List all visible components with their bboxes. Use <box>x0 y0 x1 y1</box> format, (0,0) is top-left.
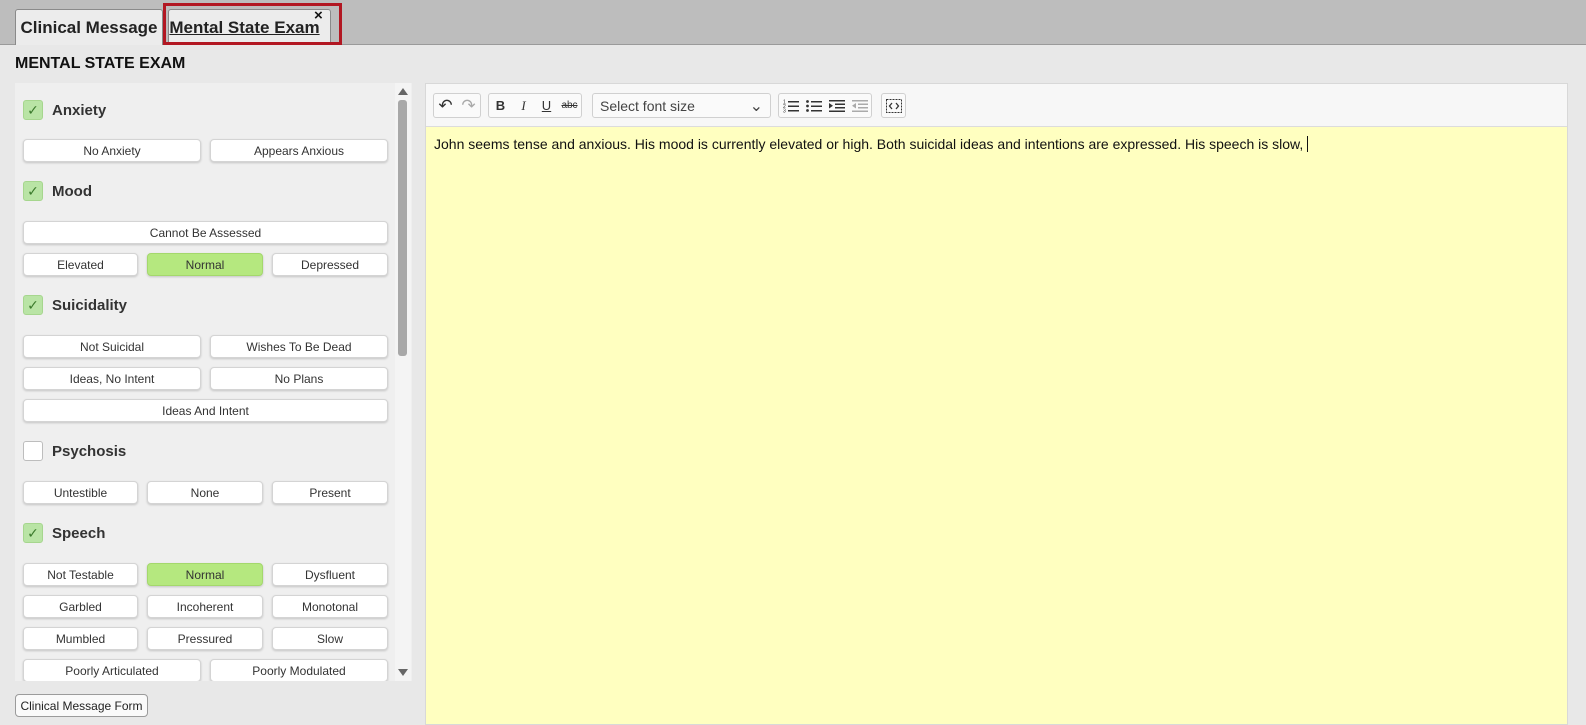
editor-toolbar: ↶ ↷ B I U abc Select font size ⌄ 123 <box>426 84 1567 127</box>
redo-icon[interactable]: ↷ <box>457 94 480 117</box>
option-ideas-no-intent[interactable]: Ideas, No Intent <box>23 367 201 390</box>
section-label: Speech <box>52 524 106 542</box>
option-ideas-and-intent[interactable]: Ideas And Intent <box>23 399 388 422</box>
indent-icon[interactable] <box>825 94 848 117</box>
outdent-icon[interactable] <box>848 94 871 117</box>
suicidality-checkbox[interactable]: ✓ <box>23 295 43 315</box>
check-icon: ✓ <box>27 182 39 199</box>
tab-bar: Clinical Message Mental State Exam × <box>0 0 1586 45</box>
scrollbar-thumb[interactable] <box>398 100 407 356</box>
option-appears-anxious[interactable]: Appears Anxious <box>210 139 388 162</box>
option-incoherent[interactable]: Incoherent <box>147 595 263 618</box>
tab-label: Clinical Message <box>20 17 158 37</box>
check-icon: ✓ <box>27 101 39 118</box>
section-speech: ✓ Speech <box>23 523 105 543</box>
option-wishes-to-be-dead[interactable]: Wishes To Be Dead <box>210 335 388 358</box>
undo-icon[interactable]: ↶ <box>434 94 457 117</box>
mood-checkbox[interactable]: ✓ <box>23 181 43 201</box>
source-group <box>881 93 906 118</box>
option-not-suicidal[interactable]: Not Suicidal <box>23 335 201 358</box>
option-mumbled[interactable]: Mumbled <box>23 627 138 650</box>
anxiety-checkbox[interactable]: ✓ <box>23 100 43 120</box>
font-size-select[interactable]: Select font size ⌄ <box>592 93 771 118</box>
strikethrough-button[interactable]: abc <box>558 94 581 117</box>
ordered-list-icon[interactable]: 123 <box>779 94 802 117</box>
section-psychosis: Psychosis <box>23 441 126 461</box>
editor-content[interactable]: John seems tense and anxious. His mood i… <box>434 136 1309 152</box>
psychosis-checkbox[interactable] <box>23 441 43 461</box>
bold-button[interactable]: B <box>489 94 512 117</box>
option-untestible[interactable]: Untestible <box>23 481 138 504</box>
font-size-placeholder: Select font size <box>600 97 695 114</box>
check-icon: ✓ <box>27 524 39 541</box>
option-garbled[interactable]: Garbled <box>23 595 138 618</box>
options-panel: ✓ Anxiety No Anxiety Appears Anxious ✓ M… <box>15 83 412 681</box>
option-poorly-modulated[interactable]: Poorly Modulated <box>210 659 388 681</box>
underline-button[interactable]: U <box>535 94 558 117</box>
option-dysfluent[interactable]: Dysfluent <box>272 563 388 586</box>
section-label: Anxiety <box>52 101 107 119</box>
option-slow[interactable]: Slow <box>272 627 388 650</box>
option-cannot-be-assessed[interactable]: Cannot Be Assessed <box>23 221 388 244</box>
option-none[interactable]: None <box>147 481 263 504</box>
speech-checkbox[interactable]: ✓ <box>23 523 43 543</box>
option-poorly-articulated[interactable]: Poorly Articulated <box>23 659 201 681</box>
chevron-down-icon: ⌄ <box>749 98 763 115</box>
option-no-anxiety[interactable]: No Anxiety <box>23 139 201 162</box>
italic-button[interactable]: I <box>512 94 535 117</box>
option-no-plans[interactable]: No Plans <box>210 367 388 390</box>
section-label: Psychosis <box>52 442 127 460</box>
scrollbar[interactable] <box>395 83 411 681</box>
option-normal-speech[interactable]: Normal <box>147 563 263 586</box>
svg-text:3: 3 <box>783 108 786 113</box>
bullet-list-icon[interactable] <box>802 94 825 117</box>
section-suicidality: ✓ Suicidality <box>23 295 127 315</box>
check-icon: ✓ <box>27 296 39 313</box>
option-depressed[interactable]: Depressed <box>272 253 388 276</box>
option-elevated[interactable]: Elevated <box>23 253 138 276</box>
format-group: B I U abc <box>488 93 582 118</box>
scroll-down-icon[interactable] <box>398 669 408 676</box>
section-label: Mood <box>52 182 92 200</box>
option-pressured[interactable]: Pressured <box>147 627 263 650</box>
editor-text: John seems tense and anxious. His mood i… <box>434 136 1304 152</box>
option-not-testable[interactable]: Not Testable <box>23 563 138 586</box>
option-normal-mood[interactable]: Normal <box>147 253 263 276</box>
section-label: Suicidality <box>52 296 128 314</box>
option-present[interactable]: Present <box>272 481 388 504</box>
scroll-up-icon[interactable] <box>398 88 408 95</box>
clinical-message-form-button[interactable]: Clinical Message Form <box>15 694 148 717</box>
section-anxiety: ✓ Anxiety <box>23 100 106 120</box>
rich-text-editor[interactable]: ↶ ↷ B I U abc Select font size ⌄ 123 Joh… <box>425 83 1568 725</box>
list-group: 123 <box>778 93 872 118</box>
tab-clinical-message[interactable]: Clinical Message <box>15 9 163 45</box>
close-icon[interactable]: × <box>314 8 323 23</box>
page-title: MENTAL STATE EXAM <box>15 55 186 72</box>
history-group: ↶ ↷ <box>433 93 481 118</box>
option-monotonal[interactable]: Monotonal <box>272 595 388 618</box>
section-mood: ✓ Mood <box>23 181 92 201</box>
text-caret <box>1307 136 1309 152</box>
source-code-icon[interactable] <box>882 94 905 117</box>
